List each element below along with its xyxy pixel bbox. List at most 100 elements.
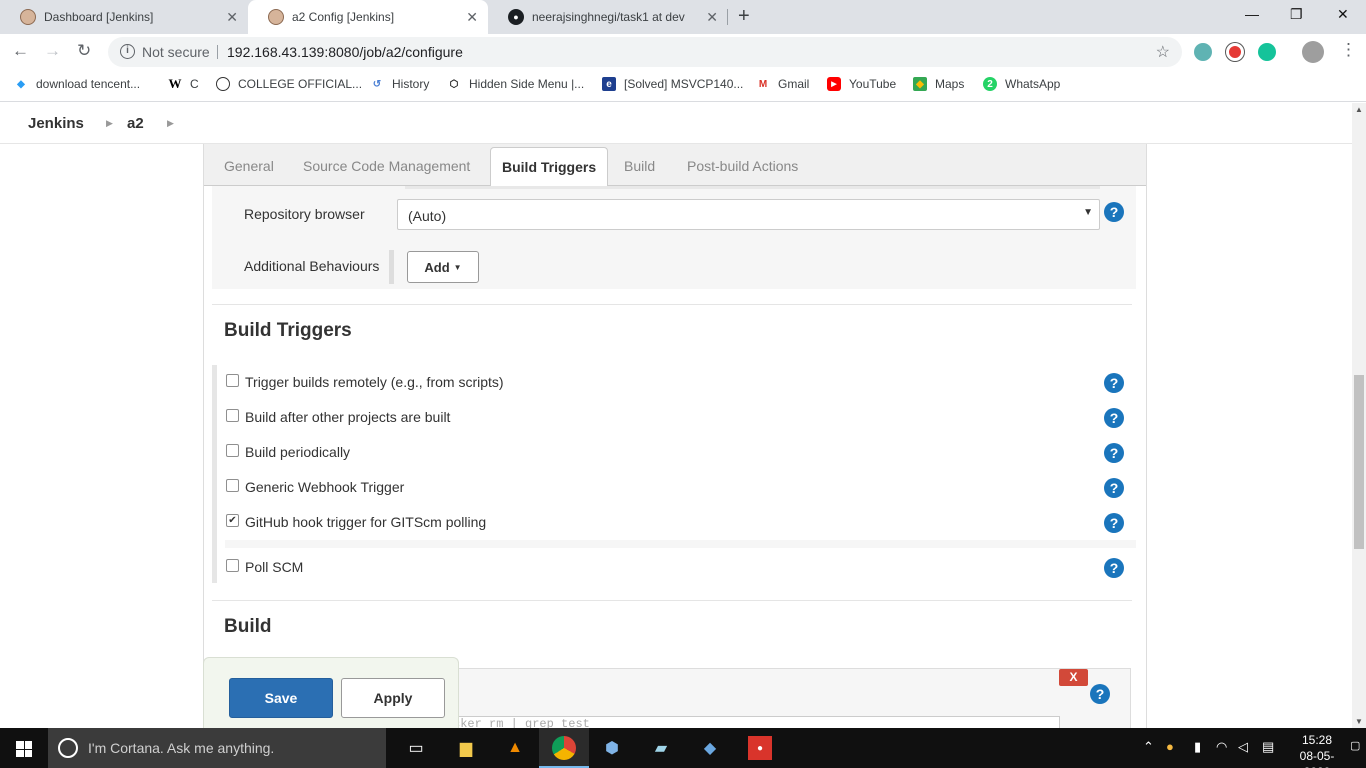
app-icon[interactable]: ● <box>748 736 772 760</box>
bookmark-college[interactable]: COLLEGE OFFICIAL... <box>216 77 362 91</box>
trigger-label[interactable]: Poll SCM <box>245 559 303 575</box>
help-icon[interactable]: ? <box>1104 373 1124 393</box>
trigger-github-hook-checkbox[interactable]: ✔ <box>226 514 239 527</box>
chrome-icon[interactable] <box>552 736 576 760</box>
bookmark-history[interactable]: ↺ History <box>370 77 430 91</box>
grammarly-icon[interactable] <box>1258 43 1276 61</box>
notes-icon[interactable]: ▰ <box>649 736 673 760</box>
close-tab-icon[interactable]: ✕ <box>466 9 478 26</box>
trigger-label[interactable]: Generic Webhook Trigger <box>245 479 404 495</box>
help-icon[interactable]: ? <box>1104 558 1124 578</box>
trigger-row: Generic Webhook Trigger <box>225 470 1136 505</box>
bookmark-youtube[interactable]: ▶ YouTube <box>827 77 896 91</box>
address-bar[interactable]: i Not secure 192.168.43.139:8080/job/a2/… <box>108 37 1182 67</box>
battery-icon[interactable]: ▮ <box>1194 739 1201 755</box>
save-button[interactable]: Save <box>229 678 333 718</box>
trigger-label[interactable]: Build periodically <box>245 444 350 460</box>
new-tab-icon[interactable]: + <box>738 5 750 28</box>
system-clock[interactable]: 15:28 08-05-2020 <box>1288 732 1346 768</box>
bookmark-maps[interactable]: ◆ Maps <box>913 77 964 91</box>
info-icon[interactable]: i <box>120 44 135 59</box>
vlc-icon[interactable]: ▲ <box>503 736 527 760</box>
help-icon[interactable]: ? <box>1104 202 1124 222</box>
delete-build-step-button[interactable]: X <box>1059 669 1088 686</box>
scroll-down-icon[interactable]: ▼ <box>1355 717 1363 726</box>
repo-browser-select[interactable]: (Auto) ▼ <box>397 199 1100 230</box>
add-behaviour-button[interactable]: Add ▼ <box>407 251 479 283</box>
git-app-icon[interactable]: ◆ <box>698 736 722 760</box>
breadcrumb-arrow-icon[interactable]: ▶ <box>167 118 174 129</box>
trigger-row: Trigger builds remotely (e.g., from scri… <box>225 365 1136 400</box>
page-scrollbar[interactable]: ▲ ▼ <box>1352 103 1366 728</box>
trigger-row: Poll SCM <box>225 550 1136 585</box>
extension-icon[interactable] <box>1194 43 1212 61</box>
minimize-icon[interactable]: — <box>1245 6 1259 22</box>
forward-icon[interactable]: → <box>44 41 61 61</box>
restore-icon[interactable]: ❐ <box>1290 6 1303 23</box>
notifications-icon[interactable]: ▢ <box>1350 739 1360 752</box>
tab-general[interactable]: General <box>224 158 274 174</box>
build-triggers-list: Trigger builds remotely (e.g., from scri… <box>212 365 1136 583</box>
bookmark-gmail[interactable]: M Gmail <box>756 77 810 91</box>
browser-tab-config[interactable]: a2 Config [Jenkins] ✕ <box>248 0 488 34</box>
breadcrumb-arrow-icon[interactable]: ▶ <box>106 118 113 129</box>
tray-app-icon[interactable]: ● <box>1166 739 1174 754</box>
pokeball-extension-icon[interactable] <box>1226 43 1244 61</box>
trigger-label[interactable]: GitHub hook trigger for GITScm polling <box>245 514 486 530</box>
tab-build-triggers[interactable]: Build Triggers <box>490 147 609 187</box>
trigger-after-other-checkbox[interactable] <box>226 409 239 422</box>
repo-browser-label: Repository browser <box>244 206 365 222</box>
help-icon[interactable]: ? <box>1104 408 1124 428</box>
help-icon[interactable]: ? <box>1104 513 1124 533</box>
bookmark-star-icon[interactable]: ☆ <box>1156 42 1170 62</box>
url-text[interactable]: 192.168.43.139:8080/job/a2/configure <box>227 44 463 60</box>
browser-toolbar: ← → ↻ i Not secure 192.168.43.139:8080/j… <box>0 34 1366 70</box>
profile-avatar[interactable] <box>1302 41 1324 63</box>
bookmark-msvcp[interactable]: e [Solved] MSVCP140... <box>602 77 743 91</box>
reload-icon[interactable]: ↻ <box>77 41 91 61</box>
breadcrumb-jenkins[interactable]: Jenkins <box>28 115 84 132</box>
menu-dots-icon[interactable]: ⋮ <box>1340 40 1357 60</box>
wifi-icon[interactable]: ◠ <box>1216 739 1227 755</box>
trigger-label[interactable]: Trigger builds remotely (e.g., from scri… <box>245 374 504 390</box>
tray-expand-icon[interactable]: ⌃ <box>1143 739 1154 755</box>
task-view-icon[interactable]: ▭ <box>404 736 428 760</box>
history-icon: ↺ <box>372 78 382 90</box>
help-icon[interactable]: ? <box>1104 478 1124 498</box>
bookmark-wikipedia[interactable]: W C <box>168 76 199 91</box>
github-icon: ● <box>508 9 524 25</box>
help-icon[interactable]: ? <box>1104 443 1124 463</box>
tab-post-build-actions[interactable]: Post-build Actions <box>687 158 798 174</box>
bookmark-hidden-side-menu[interactable]: ⬡ Hidden Side Menu |... <box>447 77 585 91</box>
breadcrumb-job[interactable]: a2 <box>127 115 144 132</box>
bookmark-whatsapp[interactable]: 2 WhatsApp <box>983 77 1060 91</box>
browser-tab-github[interactable]: ● neerajsinghnegi/task1 at dev ✕ <box>488 0 728 34</box>
virtualbox-icon[interactable]: ⬢ <box>600 736 624 760</box>
trigger-poll-scm-checkbox[interactable] <box>226 559 239 572</box>
help-icon[interactable]: ? <box>1090 684 1110 704</box>
trigger-webhook-checkbox[interactable] <box>226 479 239 492</box>
scroll-thumb[interactable] <box>1354 375 1364 549</box>
close-tab-icon[interactable]: ✕ <box>226 9 238 26</box>
trigger-remote-checkbox[interactable] <box>226 374 239 387</box>
globe-icon <box>216 77 230 91</box>
bookmark-download[interactable]: ◆ download tencent... <box>14 77 140 91</box>
cortana-search-box[interactable]: I'm Cortana. Ask me anything. <box>48 728 386 768</box>
volume-icon[interactable]: ◁ <box>1238 739 1248 755</box>
trigger-row: Build periodically <box>225 435 1136 470</box>
language-icon[interactable]: ▤ <box>1262 739 1274 755</box>
browser-tab-strip: Dashboard [Jenkins] ✕ a2 Config [Jenkins… <box>0 0 1366 34</box>
browser-tab-dashboard[interactable]: Dashboard [Jenkins] ✕ <box>0 0 248 34</box>
close-tab-icon[interactable]: ✕ <box>706 9 718 26</box>
file-explorer-icon[interactable]: ▆ <box>454 736 478 760</box>
back-icon[interactable]: ← <box>12 41 29 61</box>
tab-build[interactable]: Build <box>624 158 655 174</box>
close-window-icon[interactable]: ✕ <box>1337 6 1349 23</box>
trigger-row: Build after other projects are built <box>225 400 1136 435</box>
tab-source-code-management[interactable]: Source Code Management <box>303 158 470 174</box>
scroll-up-icon[interactable]: ▲ <box>1355 105 1363 114</box>
windows-start-icon[interactable] <box>16 741 32 757</box>
trigger-label[interactable]: Build after other projects are built <box>245 409 450 425</box>
apply-button[interactable]: Apply <box>341 678 445 718</box>
trigger-periodic-checkbox[interactable] <box>226 444 239 457</box>
